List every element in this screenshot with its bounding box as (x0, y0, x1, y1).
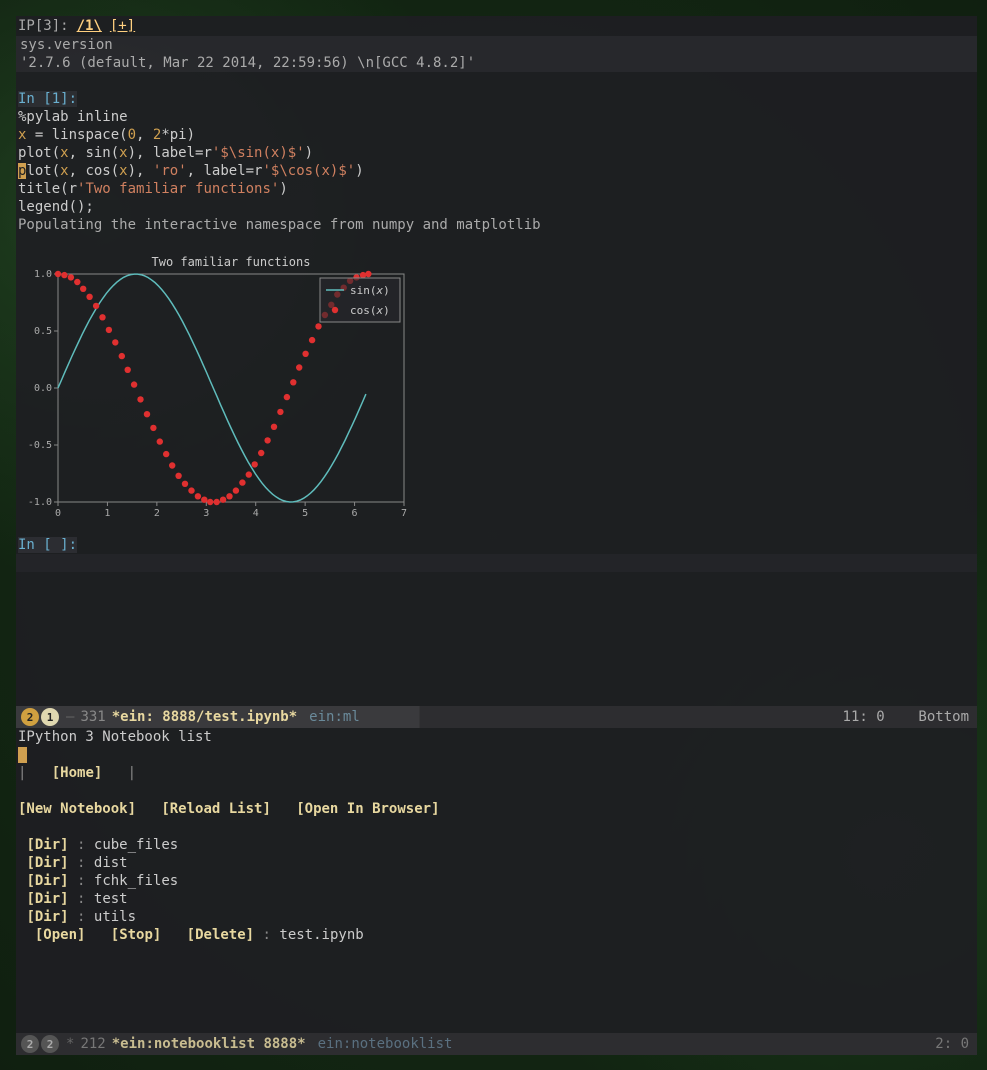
list-item[interactable]: [Dir] : fchk_files (18, 872, 975, 890)
code-line[interactable]: legend(); (16, 198, 977, 216)
svg-text:6: 6 (352, 508, 358, 519)
notebook-filename: test.ipynb (279, 927, 363, 943)
svg-text:2: 2 (154, 508, 160, 519)
pane-notebook[interactable]: sys.version '2.7.6 (default, Mar 22 2014… (16, 36, 977, 706)
list-item[interactable]: [Dir] : cube_files (18, 836, 975, 854)
stop-notebook-button[interactable]: [Stop] (111, 927, 162, 943)
open-notebook-button[interactable]: [Open] (35, 927, 86, 943)
winum-badge: 1 (41, 708, 59, 726)
code-line[interactable]: plot(x, sin(x), label=r'$\sin(x)$') (16, 144, 977, 162)
winum-badge: 2 (21, 708, 39, 726)
svg-text:0.5: 0.5 (34, 326, 52, 337)
delete-notebook-button[interactable]: [Delete] (187, 927, 254, 943)
svg-text:-0.5: -0.5 (28, 440, 52, 451)
svg-text:cos(x): cos(x) (350, 304, 390, 317)
modeline-bottom: 2 2 * 212 *ein:notebooklist 8888* ein:no… (16, 1033, 977, 1055)
output-line: sys.version (18, 36, 975, 54)
output-line: '2.7.6 (default, Mar 22 2014, 22:59:56) … (18, 54, 975, 72)
svg-text:1.0: 1.0 (34, 269, 52, 280)
output-line: Populating the interactive namespace fro… (16, 216, 977, 234)
list-item[interactable]: [Dir] : dist (18, 854, 975, 872)
home-link[interactable]: [Home] (52, 765, 103, 781)
tab-new[interactable]: [+] (110, 18, 135, 34)
cell-output-0: sys.version '2.7.6 (default, Mar 22 2014… (16, 36, 977, 72)
cell-prompt: In [1]: (16, 90, 977, 108)
nb-list-title: IPython 3 Notebook list (18, 728, 975, 746)
svg-text:5: 5 (302, 508, 308, 519)
svg-text:4: 4 (253, 508, 259, 519)
winum-badge: 2 (41, 1035, 59, 1053)
empty-cell[interactable] (16, 554, 977, 572)
code-line[interactable]: plot(x, cos(x), 'ro', label=r'$\cos(x)$'… (16, 162, 977, 180)
buffer-name[interactable]: *ein: 8888/test.ipynb* (112, 709, 297, 725)
svg-text:0: 0 (55, 508, 61, 519)
list-item[interactable]: [Dir] : test (18, 890, 975, 908)
svg-text:7: 7 (401, 508, 407, 519)
code-line[interactable]: %pylab inline (16, 108, 977, 126)
tab-bar: IP[3]: /1\ [+] (16, 16, 977, 36)
open-in-browser-button[interactable]: [Open In Browser] (296, 801, 439, 817)
modeline-top: 2 1 — 331 *ein: 8888/test.ipynb* ein:ml … (16, 706, 977, 728)
major-mode: ein:ml (309, 709, 360, 725)
tab-active[interactable]: /1\ (77, 18, 102, 34)
chart-output: Two familiar functions 0 1 2 3 4 5 6 7 -1.0 -0.5 0.… (20, 252, 410, 522)
cell-prompt: In [ ]: (16, 536, 977, 554)
code-line[interactable]: x = linspace(0, 2*pi) (16, 126, 977, 144)
pane-notebooklist[interactable]: IPython 3 Notebook list | [Home] | [New … (16, 728, 977, 1033)
svg-text:Two familiar functions: Two familiar functions (152, 255, 311, 269)
svg-text:-1.0: -1.0 (28, 497, 52, 508)
list-item[interactable]: [Dir] : utils (18, 908, 975, 926)
svg-text:3: 3 (203, 508, 209, 519)
svg-text:1: 1 (104, 508, 110, 519)
code-line[interactable]: title(r'Two familiar functions') (16, 180, 977, 198)
reload-list-button[interactable]: [Reload List] (161, 801, 271, 817)
cursor (18, 747, 27, 763)
svg-text:0.0: 0.0 (34, 383, 52, 394)
winum-badge: 2 (21, 1035, 39, 1053)
new-notebook-button[interactable]: [New Notebook] (18, 801, 136, 817)
tab-label: IP[3]: (18, 18, 69, 34)
buffer-name[interactable]: *ein:notebooklist 8888* (112, 1036, 306, 1052)
emacs-window: IP[3]: /1\ [+] sys.version '2.7.6 (defau… (16, 16, 977, 1036)
major-mode: ein:notebooklist (318, 1036, 453, 1052)
svg-text:sin(x): sin(x) (350, 284, 390, 297)
